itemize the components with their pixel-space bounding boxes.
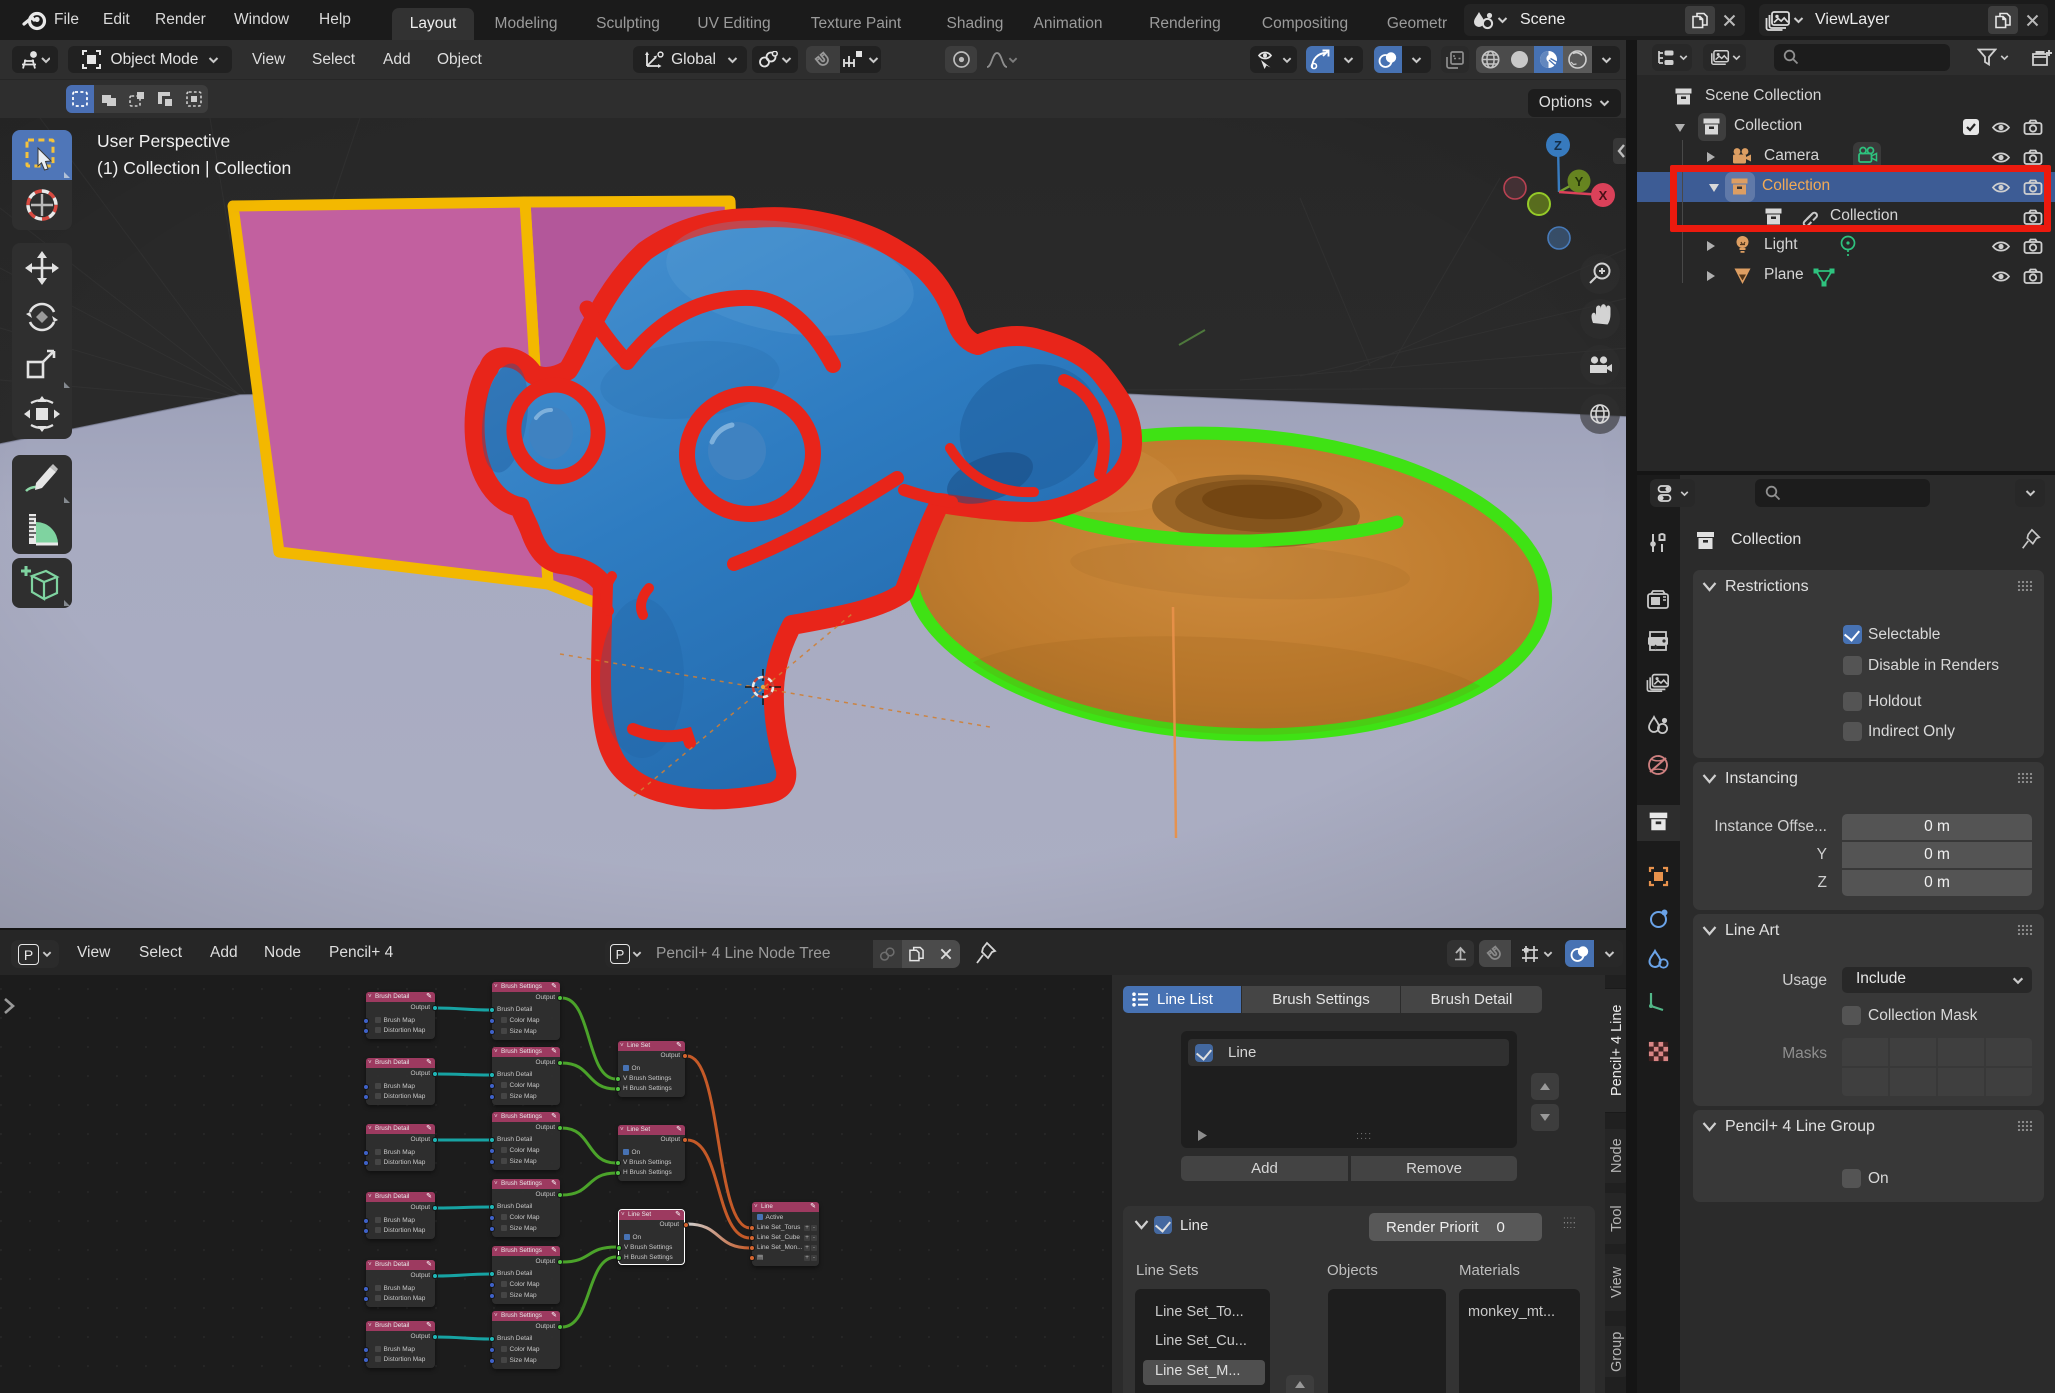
svg-text:(1) Collection | Collection: (1) Collection | Collection [97, 158, 291, 178]
svg-text:User Perspective: User Perspective [97, 131, 230, 151]
